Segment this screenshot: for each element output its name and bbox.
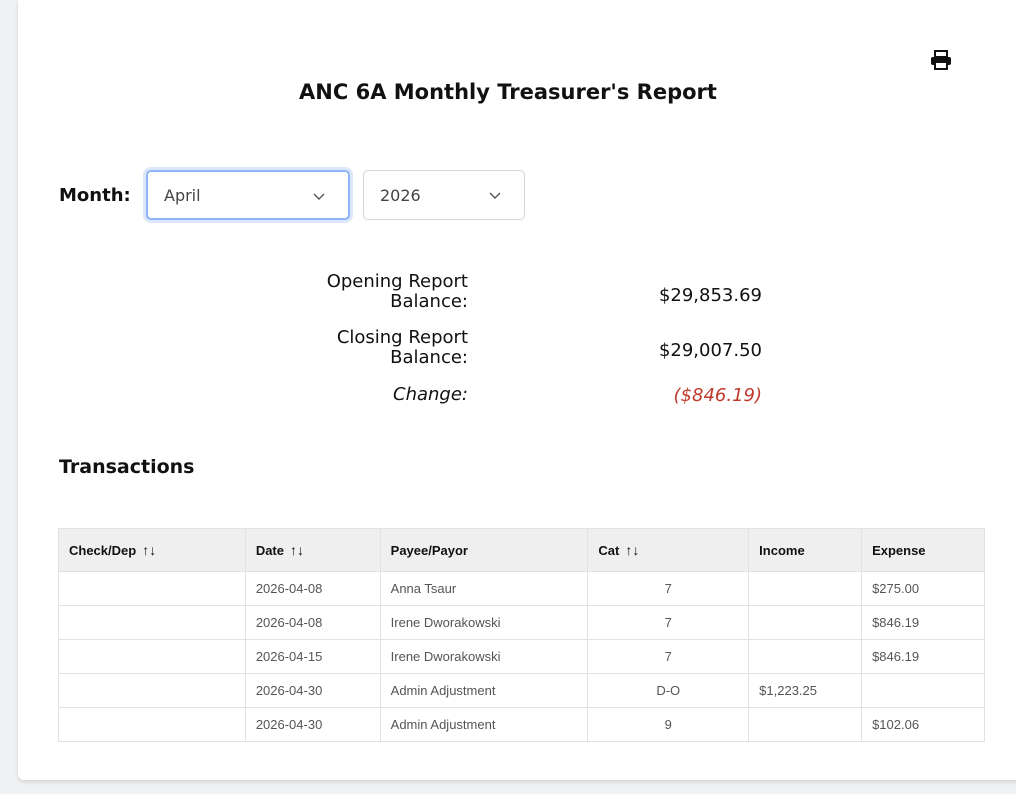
transactions-table: Check/Dep ↑↓ Date ↑↓ Payee/Payor Cat ↑↓ Inc…: [58, 528, 985, 742]
cell-payee: Admin Adjustment: [379, 707, 589, 742]
cell-date: 2026-04-30: [244, 673, 381, 708]
cell-income: $1,223.25: [748, 673, 863, 708]
cell-payee: Admin Adjustment: [379, 673, 589, 708]
table-row[interactable]: 2026-04-15 Irene Dworakowski 7 $846.19: [58, 639, 985, 674]
col-header-payee: Payee/Payor: [379, 528, 589, 572]
cell-cat: D-O: [587, 673, 750, 708]
table-row[interactable]: 2026-04-30 Admin Adjustment 9 $102.06: [58, 707, 985, 742]
cell-cat: 7: [587, 571, 750, 606]
month-label: Month:: [59, 185, 131, 206]
cell-expense: $846.19: [861, 639, 985, 674]
cell-cat: 7: [587, 639, 750, 674]
cell-payee: Irene Dworakowski: [379, 639, 589, 674]
table-row[interactable]: 2026-04-08 Irene Dworakowski 7 $846.19: [58, 605, 985, 640]
cell-payee: Irene Dworakowski: [379, 605, 589, 640]
transactions-heading: Transactions: [59, 456, 195, 478]
col-header-date[interactable]: Date ↑↓: [244, 528, 381, 572]
cell-check: [58, 605, 246, 640]
cell-check: [58, 673, 246, 708]
year-select[interactable]: 2026: [363, 170, 525, 220]
cell-income: [748, 639, 863, 674]
opening-balance-value: $29,853.69: [658, 285, 762, 306]
month-select-value: April: [164, 185, 201, 205]
year-select-value: 2026: [380, 185, 421, 205]
col-header-income: Income: [748, 528, 863, 572]
table-row[interactable]: 2026-04-30 Admin Adjustment D-O $1,223.2…: [58, 673, 985, 708]
cell-check: [58, 707, 246, 742]
chevron-down-icon: [489, 192, 501, 199]
col-header-cat[interactable]: Cat ↑↓: [587, 528, 750, 572]
print-icon[interactable]: [930, 50, 952, 70]
col-header-expense: Expense: [861, 528, 985, 572]
cell-date: 2026-04-08: [244, 605, 381, 640]
sort-icon[interactable]: ↑↓: [625, 542, 639, 558]
cell-payee: Anna Tsaur: [379, 571, 589, 606]
col-header-check[interactable]: Check/Dep ↑↓: [58, 528, 246, 572]
cell-cat: 9: [587, 707, 750, 742]
page-title: ANC 6A Monthly Treasurer's Report: [299, 80, 717, 104]
closing-balance-label: Closing Report Balance:: [336, 327, 468, 368]
closing-balance-value: $29,007.50: [658, 340, 762, 361]
cell-cat: 7: [587, 605, 750, 640]
table-header-row: Check/Dep ↑↓ Date ↑↓ Payee/Payor Cat ↑↓ Inc…: [58, 528, 985, 572]
cell-date: 2026-04-15: [244, 639, 381, 674]
chevron-down-icon: [313, 193, 325, 200]
table-row[interactable]: 2026-04-08 Anna Tsaur 7 $275.00: [58, 571, 985, 606]
cell-expense: $275.00: [861, 571, 985, 606]
sort-icon[interactable]: ↑↓: [290, 542, 304, 558]
cell-expense: [861, 673, 985, 708]
opening-balance-label: Opening Report Balance:: [326, 271, 468, 312]
cell-date: 2026-04-30: [244, 707, 381, 742]
month-select[interactable]: April: [146, 170, 350, 220]
sort-icon[interactable]: ↑↓: [142, 542, 156, 558]
cell-date: 2026-04-08: [244, 571, 381, 606]
cell-expense: $846.19: [861, 605, 985, 640]
change-value: ($846.19): [673, 385, 762, 406]
cell-expense: $102.06: [861, 707, 985, 742]
cell-check: [58, 639, 246, 674]
cell-income: [748, 571, 863, 606]
cell-check: [58, 571, 246, 606]
change-label: Change:: [393, 384, 468, 405]
cell-income: [748, 707, 863, 742]
cell-income: [748, 605, 863, 640]
